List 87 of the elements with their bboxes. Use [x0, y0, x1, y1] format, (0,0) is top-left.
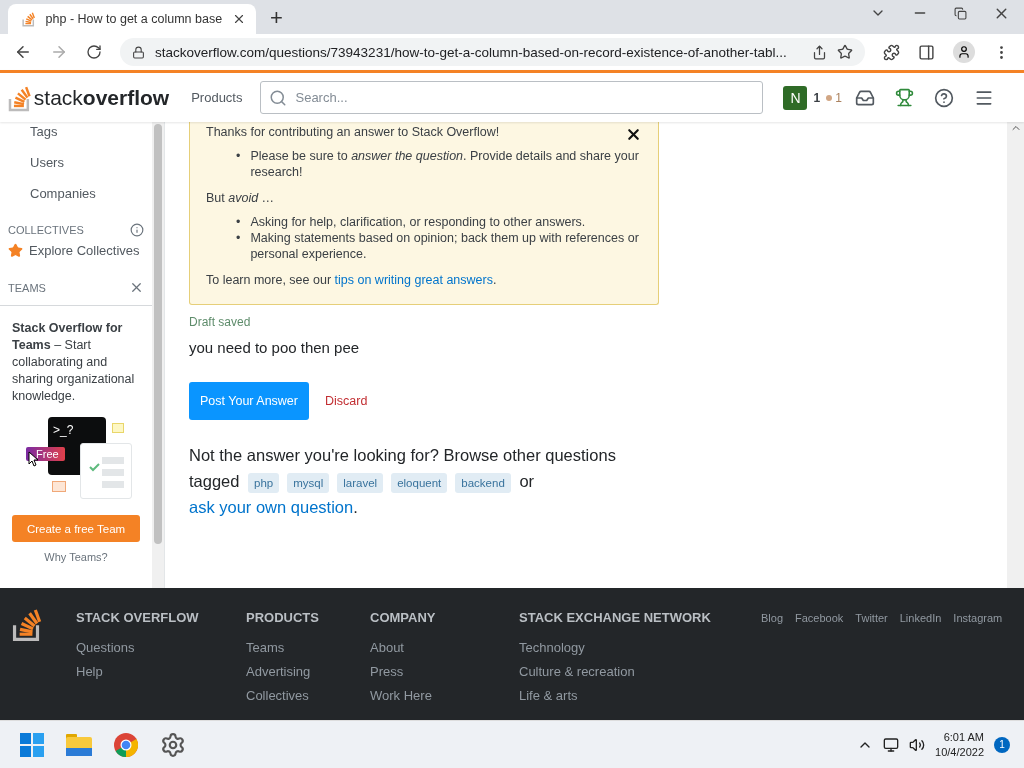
star-icon: [8, 243, 23, 258]
free-label: Free: [36, 448, 59, 460]
reload-icon[interactable]: [86, 44, 102, 60]
footer-heading: PRODUCTS: [246, 610, 320, 625]
search-field[interactable]: Search...: [260, 81, 764, 114]
user-avatar[interactable]: N: [783, 85, 808, 110]
footer-link[interactable]: Help: [76, 664, 246, 679]
footer-heading: COMPANY: [370, 610, 437, 625]
footer-link[interactable]: Collectives: [246, 688, 370, 703]
share-icon[interactable]: [812, 44, 827, 60]
footer-heading: STACK EXCHANGE NETWORK: [519, 610, 712, 625]
social-link[interactable]: Facebook: [795, 612, 844, 720]
info-icon[interactable]: [130, 223, 144, 237]
footer-link[interactable]: Press: [370, 664, 519, 679]
help-icon[interactable]: [934, 87, 954, 108]
social-link[interactable]: Blog: [761, 612, 784, 720]
settings-icon[interactable]: [160, 731, 186, 758]
bullet: •: [236, 214, 241, 230]
answer-text: you need to poo then pee: [189, 339, 361, 356]
footer-link[interactable]: Culture & recreation: [519, 664, 741, 679]
bullet: •: [236, 148, 241, 165]
new-tab-button[interactable]: +: [270, 6, 283, 30]
trophy-icon[interactable]: [895, 88, 914, 107]
tips-link[interactable]: tips on writing great answers: [334, 273, 493, 287]
footer-link[interactable]: Advertising: [246, 664, 370, 679]
puzzle-icon[interactable]: [883, 43, 900, 61]
products-link[interactable]: Products: [191, 90, 243, 105]
chrome-icon[interactable]: [114, 732, 138, 757]
footer-link[interactable]: Technology: [519, 640, 741, 655]
sidebar-item[interactable]: Explore Collectives: [0, 237, 152, 264]
notice-text: But avoid …: [206, 190, 276, 206]
volume-icon[interactable]: [909, 736, 926, 753]
stack-overflow-logo[interactable]: stackoverflow: [8, 83, 170, 112]
footer-link[interactable]: Questions: [76, 640, 246, 655]
notice-item: Please be sure to answer the question. Provide details and share your research!: [250, 148, 640, 180]
notice-item: Making statements based on opinion; back them up with references or personal experience.: [250, 230, 640, 262]
social-link[interactable]: Twitter: [855, 612, 888, 720]
side-panel-icon[interactable]: [918, 43, 935, 61]
checklist-icon: [86, 455, 126, 491]
back-icon[interactable]: [14, 43, 32, 61]
discard-link[interactable]: Discard: [325, 394, 368, 408]
notification-badge[interactable]: 1: [994, 736, 1010, 753]
promo-text: Stack Overflow for Teams – Start collaborating and sharing organizational knowledge.: [12, 320, 136, 405]
browser-tab[interactable]: php - How to get a column base: [8, 4, 257, 34]
network-icon[interactable]: [883, 736, 900, 753]
tag[interactable]: laravel: [337, 473, 384, 493]
tag[interactable]: mysql: [287, 473, 330, 493]
search-icon: [269, 88, 288, 107]
logo-icon: [22, 11, 36, 27]
star-icon[interactable]: [837, 44, 853, 60]
why-teams-link[interactable]: Why Teams?: [12, 551, 140, 563]
notice-item: Asking for help, clarification, or responding to other answers.: [250, 214, 586, 230]
speech-bubble-icon: [52, 481, 66, 492]
sidebar-item[interactable]: Tags: [0, 122, 152, 147]
ask-question-link[interactable]: ask your own question: [189, 498, 354, 516]
footer-link[interactable]: About: [370, 640, 519, 655]
reputation-count: 1: [813, 90, 821, 105]
clock-time: 6:01 AM: [943, 729, 984, 745]
section-heading: COLLECTIVES: [8, 224, 84, 236]
lock-icon: [132, 45, 145, 59]
profile-icon[interactable]: [953, 41, 975, 63]
restore-icon[interactable]: [954, 6, 967, 20]
terminal-prompt: >_?: [53, 423, 74, 437]
notice-text: To learn more, see our tips on writing great answers.: [206, 272, 498, 288]
bullet: •: [236, 230, 241, 247]
footer-link[interactable]: Life & arts: [519, 688, 741, 703]
browse-prompt: Not the answer you're looking for? Browse other questions tagged php mysql laravel eloquent backend or ask your own question.: [189, 445, 617, 518]
post-answer-button[interactable]: Post Your Answer: [189, 382, 309, 420]
tag[interactable]: backend: [455, 473, 511, 493]
folder-icon[interactable]: [66, 733, 92, 756]
footer-link[interactable]: Work Here: [370, 688, 519, 703]
sidebar-item[interactable]: Companies: [0, 178, 152, 209]
scrollbar-thumb[interactable]: [154, 124, 162, 544]
footer-heading: STACK OVERFLOW: [76, 610, 200, 625]
sidebar-item[interactable]: Users: [0, 147, 152, 178]
draft-status: Draft saved: [189, 315, 252, 329]
tag[interactable]: eloquent: [391, 473, 448, 493]
section-heading: TEAMS: [8, 281, 46, 294]
speech-bubble-icon: [112, 423, 124, 433]
social-link[interactable]: Instagram: [953, 612, 1003, 720]
bronze-badge-count: 1: [826, 90, 842, 105]
footer-link[interactable]: Teams: [246, 640, 370, 655]
notice-text: Thanks for contributing an answer to Stack Overflow!: [206, 124, 500, 140]
clock-date: 10/4/2022: [935, 744, 984, 760]
start-icon[interactable]: [20, 732, 44, 757]
tag[interactable]: php: [248, 473, 280, 493]
social-link[interactable]: LinkedIn: [899, 612, 942, 720]
